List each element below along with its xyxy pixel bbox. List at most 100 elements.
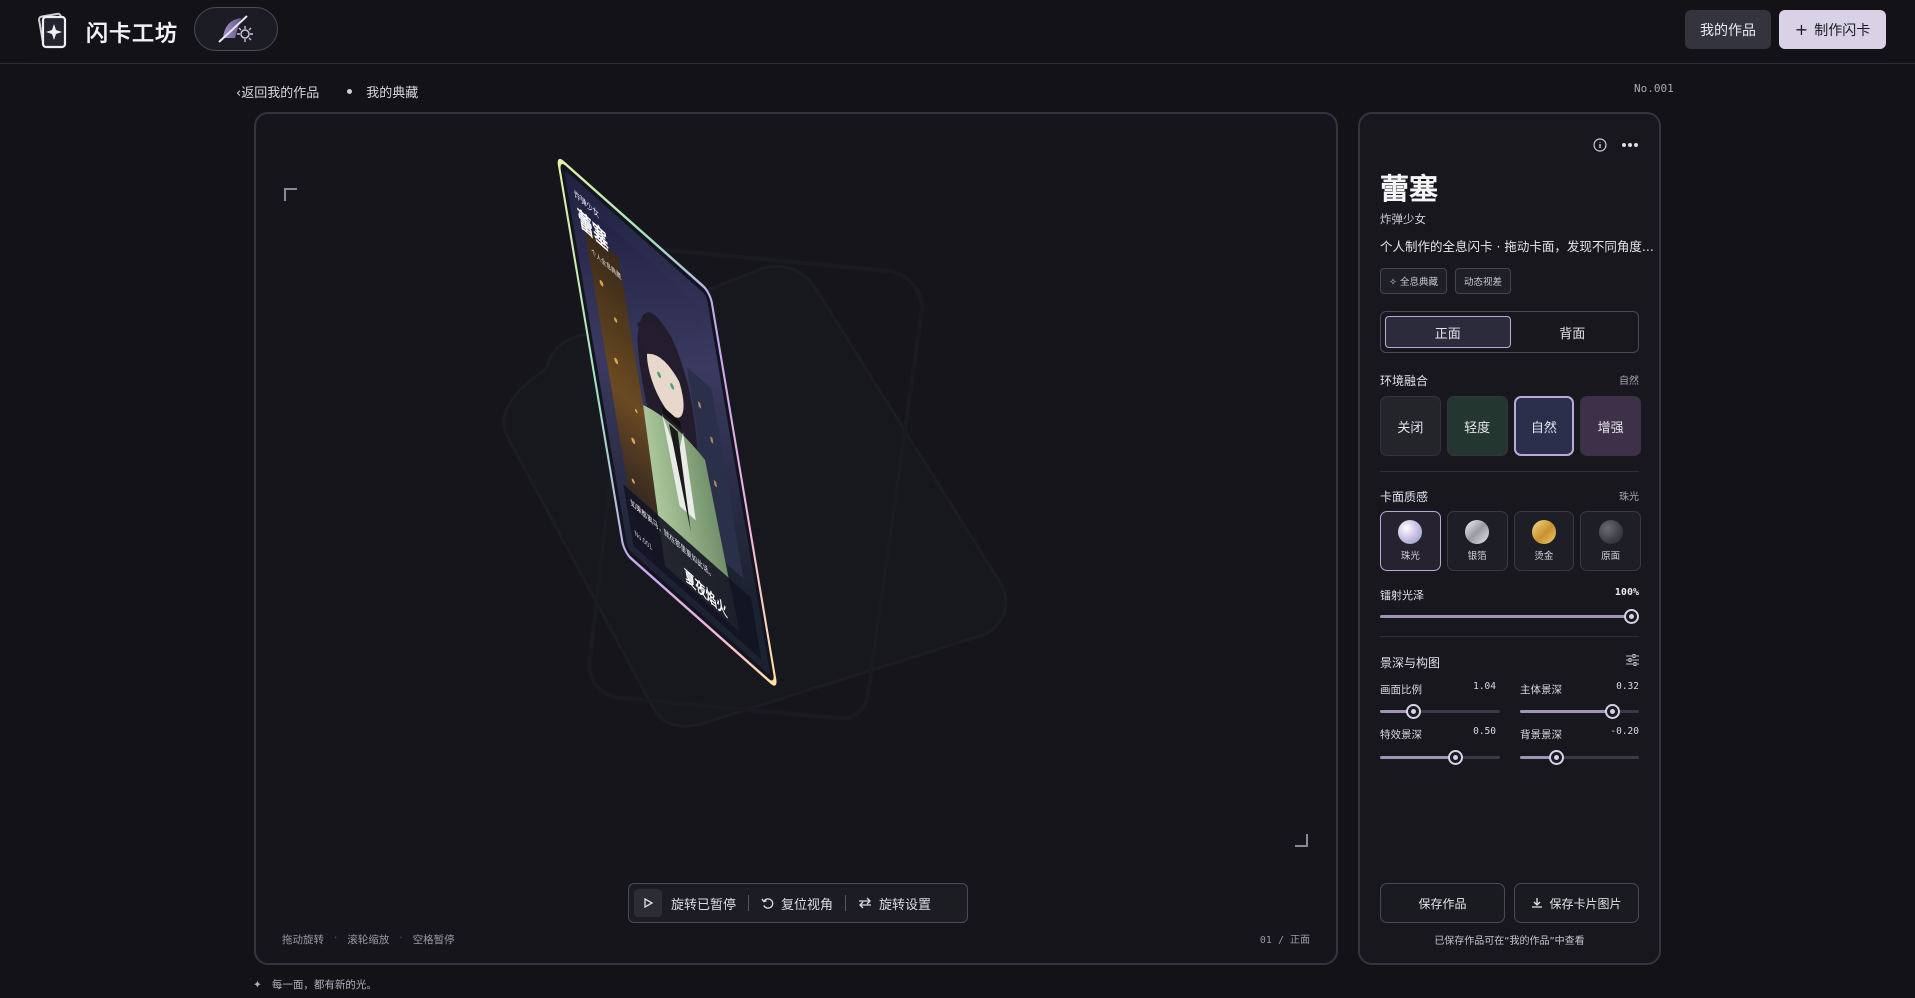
texture-option-gold[interactable]: 烫金 — [1513, 511, 1575, 571]
hint-separator: · — [334, 932, 338, 944]
breadcrumb-current: 我的典藏 — [366, 86, 419, 101]
env-section-header: 环境融合 自然 — [1380, 372, 1639, 389]
texture-section-header: 卡面质感 珠光 — [1380, 488, 1639, 505]
tag-hologram: ✧ 全息典藏 — [1380, 268, 1447, 294]
background-depth-slider[interactable] — [1520, 750, 1639, 765]
hint-separator: · — [399, 932, 403, 944]
env-option-label: 轻度 — [1464, 420, 1491, 436]
sliders-adjust-icon[interactable] — [1626, 654, 1639, 666]
gloss-slider[interactable] — [1380, 609, 1639, 624]
effect-depth-slider[interactable] — [1380, 750, 1500, 765]
hologram-toggle-button[interactable] — [194, 7, 278, 51]
hint-scroll: 滚轮缩放 — [347, 934, 390, 946]
slider-fill — [1380, 615, 1631, 618]
character-name: 蕾塞 — [1380, 172, 1439, 206]
create-card-button[interactable]: + 制作闪卡 — [1779, 10, 1886, 49]
top-bar: 闪卡工坊 我的作品 + 制作闪卡 — [0, 0, 1915, 64]
download-image-button[interactable]: 保存卡片图片 — [1514, 883, 1639, 923]
ratio-value: 1.04 — [1473, 681, 1496, 692]
slider-handle[interactable] — [1605, 704, 1620, 719]
sparkle-icon: ✦ — [253, 979, 262, 991]
tab-back[interactable]: 背面 — [1511, 316, 1635, 348]
slider-handle[interactable] — [1406, 704, 1421, 719]
texture-option-label: 珠光 — [1400, 551, 1420, 562]
create-card-label: 制作闪卡 — [1814, 22, 1871, 39]
ratio-slider[interactable] — [1380, 704, 1500, 719]
reset-view-button[interactable]: 复位视角 — [749, 884, 845, 922]
plus-icon: + — [1794, 19, 1809, 39]
env-option-light[interactable]: 轻度 — [1446, 396, 1508, 456]
serial-number: No.001 — [1634, 82, 1674, 95]
save-work-button[interactable]: 保存作品 — [1380, 883, 1505, 923]
depth-section-header: 景深与构图 — [1380, 654, 1639, 671]
slider-fill — [1520, 710, 1612, 713]
ratio-label: 画面比例 — [1380, 684, 1422, 696]
texture-option-plain[interactable]: 原面 — [1580, 511, 1641, 571]
sparkle-card-icon[interactable] — [34, 10, 70, 50]
background-depth-label: 背景景深 — [1520, 729, 1562, 741]
undo-icon — [761, 897, 774, 909]
more-icon[interactable] — [1621, 142, 1639, 148]
card-3d-view[interactable]: 炸弹少女 蕾塞 个人全息典藏 如果都离马，就在那里夏如此话。 No.001 夏夜… — [256, 114, 1336, 963]
slider-handle[interactable] — [1624, 609, 1639, 624]
swap-arrows-icon — [859, 897, 872, 909]
section-divider — [1380, 471, 1639, 472]
env-options: 关闭 轻度 自然 增强 — [1380, 396, 1641, 456]
play-icon — [644, 897, 654, 909]
pearl-swatch-icon — [1398, 520, 1423, 544]
texture-section-title: 卡面质感 — [1380, 490, 1429, 504]
face-indicator: 01 / 正面 — [1259, 935, 1310, 946]
play-button[interactable] — [634, 889, 662, 917]
depth-section-title: 景深与构图 — [1380, 656, 1441, 670]
reset-view-label: 复位视角 — [781, 897, 834, 913]
texture-options: 珠光 银箔 烫金 原面 — [1380, 511, 1641, 571]
env-option-off[interactable]: 关闭 — [1380, 396, 1441, 456]
subject-depth-value: 0.32 — [1616, 681, 1639, 692]
subject-depth-slider[interactable] — [1520, 704, 1639, 719]
tag-parallax: 动态视差 — [1454, 268, 1511, 294]
my-works-button[interactable]: 我的作品 — [1685, 10, 1771, 49]
gloss-value: 100% — [1614, 587, 1639, 598]
env-section-value: 自然 — [1619, 376, 1639, 387]
back-link[interactable]: ‹返回我的作品 — [236, 82, 319, 101]
env-option-label: 增强 — [1597, 420, 1624, 436]
silver-swatch-icon — [1465, 520, 1490, 544]
gold-swatch-icon — [1531, 520, 1556, 544]
info-icon[interactable] — [1593, 138, 1607, 152]
tab-front[interactable]: 正面 — [1385, 316, 1511, 348]
env-option-label: 关闭 — [1397, 420, 1424, 436]
gloss-title: 镭射光泽 — [1380, 589, 1424, 602]
interaction-hints: 拖动旋转 · 滚轮缩放 · 空格暂停 — [282, 932, 455, 947]
env-option-natural[interactable]: 自然 — [1513, 396, 1575, 456]
hint-space: 空格暂停 — [412, 934, 455, 946]
save-note: 已保存作品可在“我的作品”中查看 — [1434, 936, 1585, 947]
rotate-status[interactable]: 旋转已暂停 — [662, 884, 748, 922]
card-description: 个人制作的全息闪卡 · 拖动卡面，发现不同角度... — [1380, 239, 1654, 254]
section-divider — [1380, 636, 1639, 637]
face-toggle: 正面 背面 — [1380, 311, 1639, 353]
slider-handle[interactable] — [1448, 750, 1463, 765]
subject-depth-label: 主体景深 — [1520, 684, 1562, 696]
hologram-toggle-icon — [218, 15, 253, 43]
texture-option-pearl[interactable]: 珠光 — [1380, 511, 1441, 571]
breadcrumb-separator — [347, 89, 353, 94]
playback-controls: 旋转已暂停 复位视角 旋转设置 — [628, 883, 968, 923]
env-option-label: 自然 — [1530, 420, 1557, 436]
header-divider — [26, 63, 1889, 64]
tag-list: ✧ 全息典藏 动态视差 — [1380, 268, 1511, 294]
rotation-settings-button[interactable]: 旋转设置 — [846, 884, 943, 922]
card-stage[interactable]: 炸弹少女 蕾塞 个人全息典藏 如果都离马，就在那里夏如此话。 No.001 夏夜… — [254, 112, 1338, 965]
character-series: 炸弹少女 — [1380, 212, 1426, 226]
rotate-status-label: 旋转已暂停 — [671, 897, 737, 913]
env-option-enhanced[interactable]: 增强 — [1580, 396, 1641, 456]
hint-drag: 拖动旋转 — [282, 934, 324, 946]
texture-option-label: 银箔 — [1467, 551, 1487, 562]
texture-option-silver[interactable]: 银箔 — [1446, 511, 1508, 571]
texture-option-label: 原面 — [1601, 551, 1621, 562]
plain-swatch-icon — [1598, 520, 1623, 544]
effect-depth-value: 0.50 — [1473, 726, 1496, 737]
texture-option-label: 烫金 — [1534, 551, 1554, 562]
back-link-label: 返回我的作品 — [241, 86, 320, 101]
slider-handle[interactable] — [1549, 750, 1564, 765]
gloss-header: 镭射光泽 100% — [1380, 587, 1639, 603]
